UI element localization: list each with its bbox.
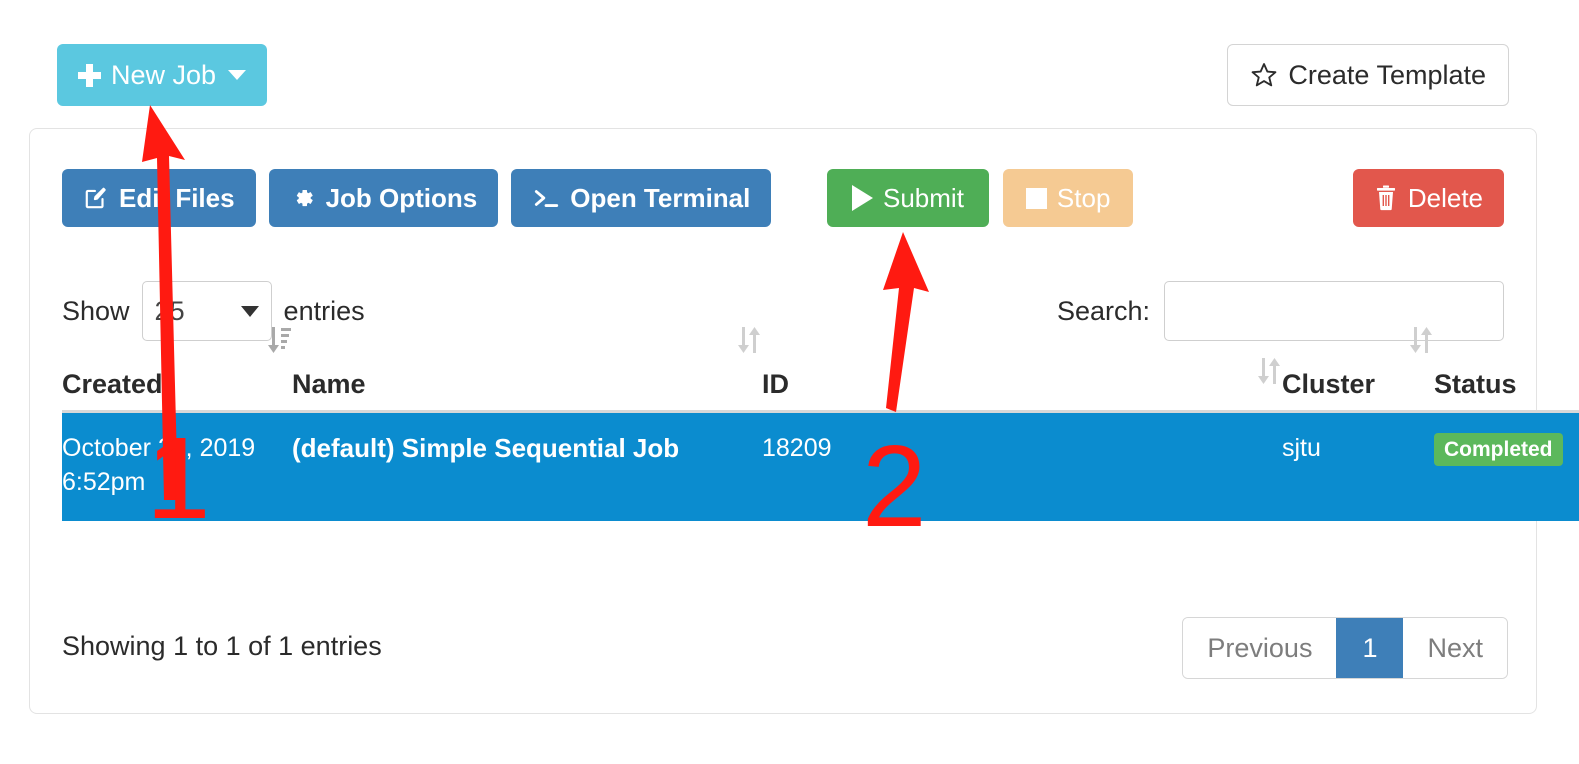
annotation-number-2: 2: [862, 421, 927, 551]
table-row[interactable]: October 28, 2019 6:52pm (default) Simple…: [62, 411, 1579, 521]
edit-files-button[interactable]: Edit Files: [62, 169, 256, 227]
show-prefix-label: Show: [62, 295, 130, 326]
column-header-id[interactable]: ID: [762, 369, 1022, 413]
job-actions-run-group: Submit Stop: [827, 169, 1134, 227]
chevron-down-icon: [240, 305, 259, 317]
plus-icon: [78, 63, 101, 87]
delete-button[interactable]: Delete: [1352, 169, 1504, 227]
annotation-number-1: 1: [146, 413, 211, 543]
stop-label: Stop: [1056, 182, 1111, 213]
column-header-created-label: Created: [62, 369, 163, 399]
open-terminal-label: Open Terminal: [570, 182, 751, 213]
job-actions-right-group: Delete: [1352, 169, 1504, 227]
cell-name: (default) Simple Sequential Job: [292, 411, 762, 521]
column-header-cluster-label: Cluster: [1282, 369, 1376, 399]
job-options-label: Job Options: [325, 182, 478, 213]
cell-extra: [1022, 411, 1282, 521]
sort-none-icon: [1408, 325, 1434, 355]
search-input[interactable]: [1164, 281, 1504, 341]
star-icon: [1250, 61, 1278, 89]
stop-square-icon: [1025, 187, 1047, 209]
open-terminal-button[interactable]: Open Terminal: [511, 169, 772, 227]
jobs-panel: Edit Files Job Options Open Terminal Sub…: [29, 128, 1579, 714]
pagination: Previous 1 Next: [1182, 617, 1508, 679]
job-actions-left-group: Edit Files Job Options Open Terminal: [62, 169, 772, 227]
chevron-down-icon: [228, 70, 247, 80]
gear-icon: [290, 185, 316, 211]
sort-descending-icon: [266, 325, 292, 355]
show-suffix-label: entries: [283, 295, 365, 326]
column-header-name-label: Name: [292, 369, 366, 399]
jobs-page: New Job Create Template Edit Files Job O…: [0, 0, 1579, 764]
column-header-created[interactable]: Created: [62, 327, 292, 413]
cell-cluster: sjtu: [1282, 411, 1434, 521]
jobs-table-body: October 28, 2019 6:52pm (default) Simple…: [62, 411, 1579, 521]
entries-per-page-select[interactable]: 25: [141, 281, 272, 341]
status-badge: Completed: [1434, 433, 1563, 467]
pagination-next[interactable]: Next: [1403, 618, 1507, 678]
page-top-toolbar: New Job Create Template: [57, 44, 1509, 106]
submit-button[interactable]: Submit: [827, 169, 989, 227]
submit-label: Submit: [883, 182, 964, 213]
create-template-button[interactable]: Create Template: [1227, 44, 1509, 106]
stop-button[interactable]: Stop: [1002, 169, 1134, 227]
terminal-icon: [532, 185, 560, 211]
table-footer: Showing 1 to 1 of 1 entries Previous 1 N…: [62, 617, 1508, 679]
showing-entries-info: Showing 1 to 1 of 1 entries: [62, 631, 382, 661]
show-entries-control: Show 25 entries: [62, 281, 365, 341]
column-header-id-label: ID: [762, 369, 789, 399]
new-job-label: New Job: [111, 59, 217, 90]
entries-per-page-value: 25: [154, 295, 185, 326]
job-actions-toolbar: Edit Files Job Options Open Terminal Sub…: [62, 169, 1504, 231]
search-label: Search:: [1056, 295, 1150, 326]
delete-label: Delete: [1407, 182, 1483, 213]
column-header-name[interactable]: Name: [292, 327, 762, 413]
job-options-button[interactable]: Job Options: [268, 169, 499, 227]
create-template-label: Create Template: [1288, 59, 1486, 90]
column-header-extra[interactable]: [1022, 358, 1282, 413]
column-header-status[interactable]: Status: [1434, 369, 1579, 413]
column-header-status-label: Status: [1434, 369, 1517, 399]
column-header-cluster[interactable]: Cluster: [1282, 327, 1434, 413]
sort-none-icon: [1256, 356, 1282, 386]
pencil-square-icon: [83, 185, 109, 211]
edit-files-label: Edit Files: [119, 182, 235, 213]
trash-icon: [1374, 185, 1398, 211]
search-control: Search:: [1057, 281, 1504, 341]
jobs-table-head: Created Name ID Cluster Status: [62, 327, 1579, 413]
cell-status: Completed: [1434, 411, 1579, 521]
sort-none-icon: [736, 325, 762, 355]
pagination-page-1[interactable]: 1: [1336, 618, 1404, 678]
jobs-table-header-row: Created Name ID Cluster Status: [62, 327, 1579, 413]
play-icon: [852, 185, 873, 211]
pagination-previous[interactable]: Previous: [1183, 618, 1337, 678]
jobs-table: Created Name ID Cluster Status October 2…: [62, 327, 1579, 521]
new-job-button[interactable]: New Job: [57, 44, 268, 106]
